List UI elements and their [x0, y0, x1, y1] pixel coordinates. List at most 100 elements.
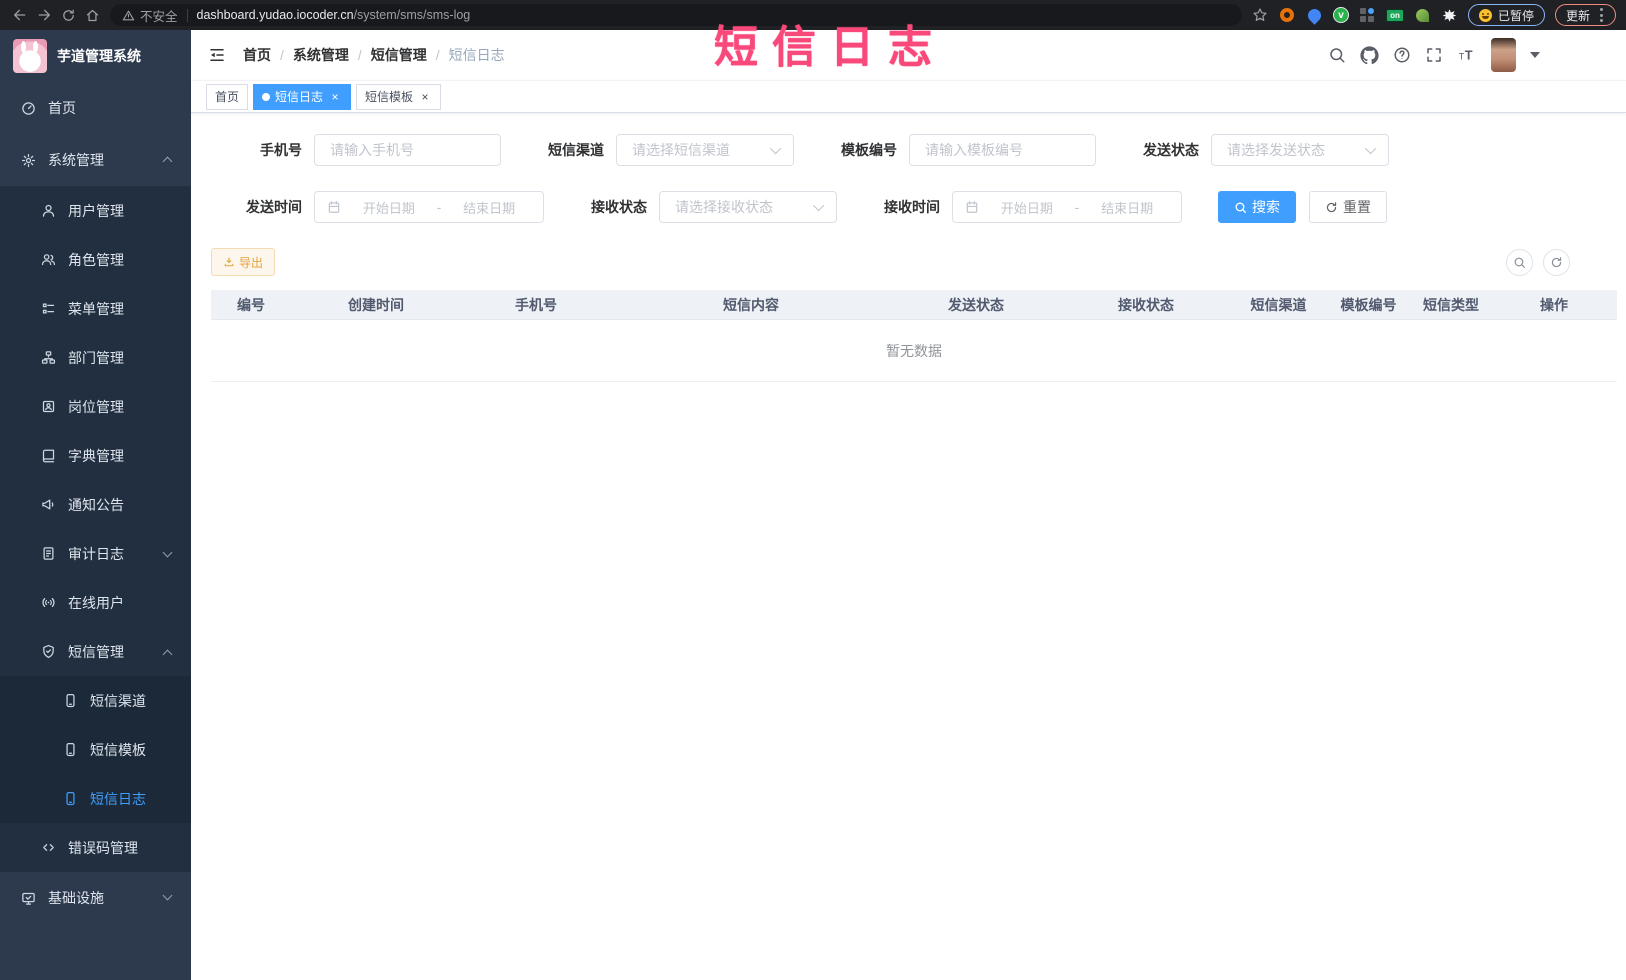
table-header: 编号 创建时间 手机号 短信内容 发送状态 接收状态 短信渠道 模板编号 短信类… — [211, 290, 1617, 320]
chevron-down-icon — [812, 199, 825, 212]
extension-drop-icon[interactable] — [1305, 5, 1324, 25]
phone-input[interactable] — [317, 135, 498, 165]
main-area: 首页 / 系统管理 / 短信管理 / 短信日志 T T 首页 短信日志 × 短信… — [191, 30, 1626, 980]
user-icon — [40, 203, 56, 219]
close-icon[interactable] — [328, 90, 342, 104]
menu-list-icon — [40, 301, 56, 317]
search-icon[interactable] — [1328, 46, 1346, 64]
breadcrumb-system[interactable]: 系统管理 — [293, 45, 349, 65]
sidebar-item-dictionary[interactable]: 字典管理 — [0, 431, 191, 480]
monitor-check-icon — [20, 890, 36, 906]
table-toolbar: 导出 — [191, 248, 1626, 276]
sidebar-item-posts[interactable]: 岗位管理 — [0, 382, 191, 431]
search-button[interactable]: 搜索 — [1218, 191, 1296, 223]
chevron-down-icon[interactable] — [1530, 52, 1540, 58]
phone-icon — [62, 693, 78, 709]
sms-log-table: 编号 创建时间 手机号 短信内容 发送状态 接收状态 短信渠道 模板编号 短信类… — [211, 290, 1617, 382]
extension-on-badge[interactable]: on — [1385, 8, 1404, 22]
help-icon[interactable] — [1393, 46, 1411, 64]
extension-grid-icon[interactable] — [1359, 7, 1376, 24]
send-time-range[interactable]: 开始日期 - 结束日期 — [314, 191, 544, 223]
app-logo-row[interactable]: 芋道管理系统 — [0, 30, 191, 82]
tab-sms-template[interactable]: 短信模板 — [356, 83, 442, 110]
browser-chrome: 不安全 dashboard.yudao.iocoder.cn/system/sm… — [0, 0, 1626, 30]
sidebar-item-error-codes[interactable]: 错误码管理 — [0, 823, 191, 872]
browser-update-pill[interactable]: 更新 — [1554, 4, 1616, 26]
sidebar: 芋道管理系统 首页 系统管理 用户管理 角色管理 菜单管理 部门管理 岗位管理 … — [0, 30, 191, 980]
address-divider — [186, 8, 188, 22]
sidebar-item-audit-logs[interactable]: 审计日志 — [0, 529, 191, 578]
filter-send-status: 发送状态 请选择发送状态 — [1129, 134, 1389, 166]
empty-state: 暂无数据 — [211, 320, 1617, 382]
receive-time-range[interactable]: 开始日期 - 结束日期 — [952, 191, 1182, 223]
megaphone-icon — [40, 497, 56, 513]
extension-plant-icon[interactable] — [1414, 7, 1431, 24]
filter-row-1: 手机号 短信渠道 请选择短信渠道 模板编号 — [191, 134, 1626, 166]
sidebar-item-menus[interactable]: 菜单管理 — [0, 284, 191, 333]
shield-check-icon — [40, 644, 56, 660]
org-tree-icon — [40, 350, 56, 366]
svg-text:T: T — [1465, 48, 1473, 63]
chevron-down-icon — [1364, 142, 1377, 155]
sidebar-item-sms-log[interactable]: 短信日志 — [0, 774, 191, 823]
forward-icon[interactable] — [32, 4, 56, 26]
extension-flower-icon[interactable] — [1441, 7, 1458, 24]
home-icon[interactable] — [80, 4, 104, 26]
send-status-select[interactable]: 请选择发送状态 — [1211, 134, 1389, 166]
toggle-search-button[interactable] — [1506, 248, 1533, 276]
font-size-icon[interactable]: TT — [1457, 46, 1477, 64]
gear-icon — [20, 152, 36, 168]
reload-icon[interactable] — [56, 4, 80, 26]
sidebar-item-home[interactable]: 首页 — [0, 82, 191, 134]
content-area: 手机号 短信渠道 请选择短信渠道 模板编号 — [191, 113, 1626, 980]
sidebar-item-users[interactable]: 用户管理 — [0, 186, 191, 235]
chevron-down-icon — [162, 890, 173, 901]
refresh-button[interactable] — [1543, 248, 1570, 276]
address-bar[interactable]: 不安全 dashboard.yudao.iocoder.cn/system/sm… — [110, 4, 1242, 26]
url-text[interactable]: dashboard.yudao.iocoder.cn/system/sms/sm… — [197, 8, 471, 22]
sidebar-fold-icon[interactable] — [208, 46, 226, 64]
channel-select[interactable]: 请选择短信渠道 — [616, 134, 794, 166]
chevron-up-icon — [162, 156, 173, 167]
filter-channel: 短信渠道 请选择短信渠道 — [534, 134, 794, 166]
calendar-icon — [327, 200, 341, 214]
url-host: dashboard.yudao.iocoder.cn — [196, 8, 354, 22]
chevron-up-icon — [162, 649, 173, 660]
fullscreen-icon[interactable] — [1425, 46, 1443, 64]
calendar-icon — [965, 200, 979, 214]
security-warning-icon[interactable] — [122, 9, 135, 22]
receive-status-select[interactable]: 请选择接收状态 — [659, 191, 837, 223]
extension-v-icon[interactable]: v — [1332, 7, 1349, 23]
app-title: 芋道管理系统 — [57, 48, 141, 64]
header-bar: 首页 / 系统管理 / 短信管理 / 短信日志 T T — [191, 30, 1626, 80]
tab-home[interactable]: 首页 — [206, 83, 249, 110]
extension-orange-icon[interactable] — [1279, 7, 1296, 24]
avatar[interactable] — [1491, 38, 1516, 72]
sidebar-item-sms-channel[interactable]: 短信渠道 — [0, 676, 191, 725]
sidebar-item-sms-template[interactable]: 短信模板 — [0, 725, 191, 774]
template-input[interactable] — [912, 135, 1093, 165]
reset-button[interactable]: 重置 — [1309, 191, 1387, 223]
sidebar-item-sms-management[interactable]: 短信管理 — [0, 627, 191, 676]
sidebar-item-departments[interactable]: 部门管理 — [0, 333, 191, 382]
export-button[interactable]: 导出 — [211, 248, 276, 276]
back-icon[interactable] — [8, 4, 32, 26]
breadcrumb-sms-management[interactable]: 短信管理 — [371, 45, 427, 65]
filter-receive-time: 接收时间 开始日期 - 结束日期 — [870, 191, 1182, 223]
profile-paused-pill[interactable]: 已暂停 — [1467, 4, 1545, 26]
filter-send-time: 发送时间 开始日期 - 结束日期 — [232, 191, 544, 223]
close-icon[interactable] — [418, 90, 432, 104]
bookmark-star-icon[interactable] — [1252, 7, 1269, 24]
dashboard-icon — [20, 100, 36, 116]
sidebar-item-online-users[interactable]: 在线用户 — [0, 578, 191, 627]
security-label[interactable]: 不安全 — [140, 6, 178, 25]
sidebar-item-system[interactable]: 系统管理 — [0, 134, 191, 186]
sidebar-item-notices[interactable]: 通知公告 — [0, 480, 191, 529]
browser-menu-icon[interactable] — [1598, 6, 1605, 24]
github-icon[interactable] — [1360, 45, 1379, 65]
sidebar-item-roles[interactable]: 角色管理 — [0, 235, 191, 284]
users-icon — [40, 252, 56, 268]
tab-sms-log[interactable]: 短信日志 — [253, 83, 352, 110]
breadcrumb-home[interactable]: 首页 — [243, 45, 271, 65]
sidebar-item-infrastructure[interactable]: 基础设施 — [0, 872, 191, 924]
